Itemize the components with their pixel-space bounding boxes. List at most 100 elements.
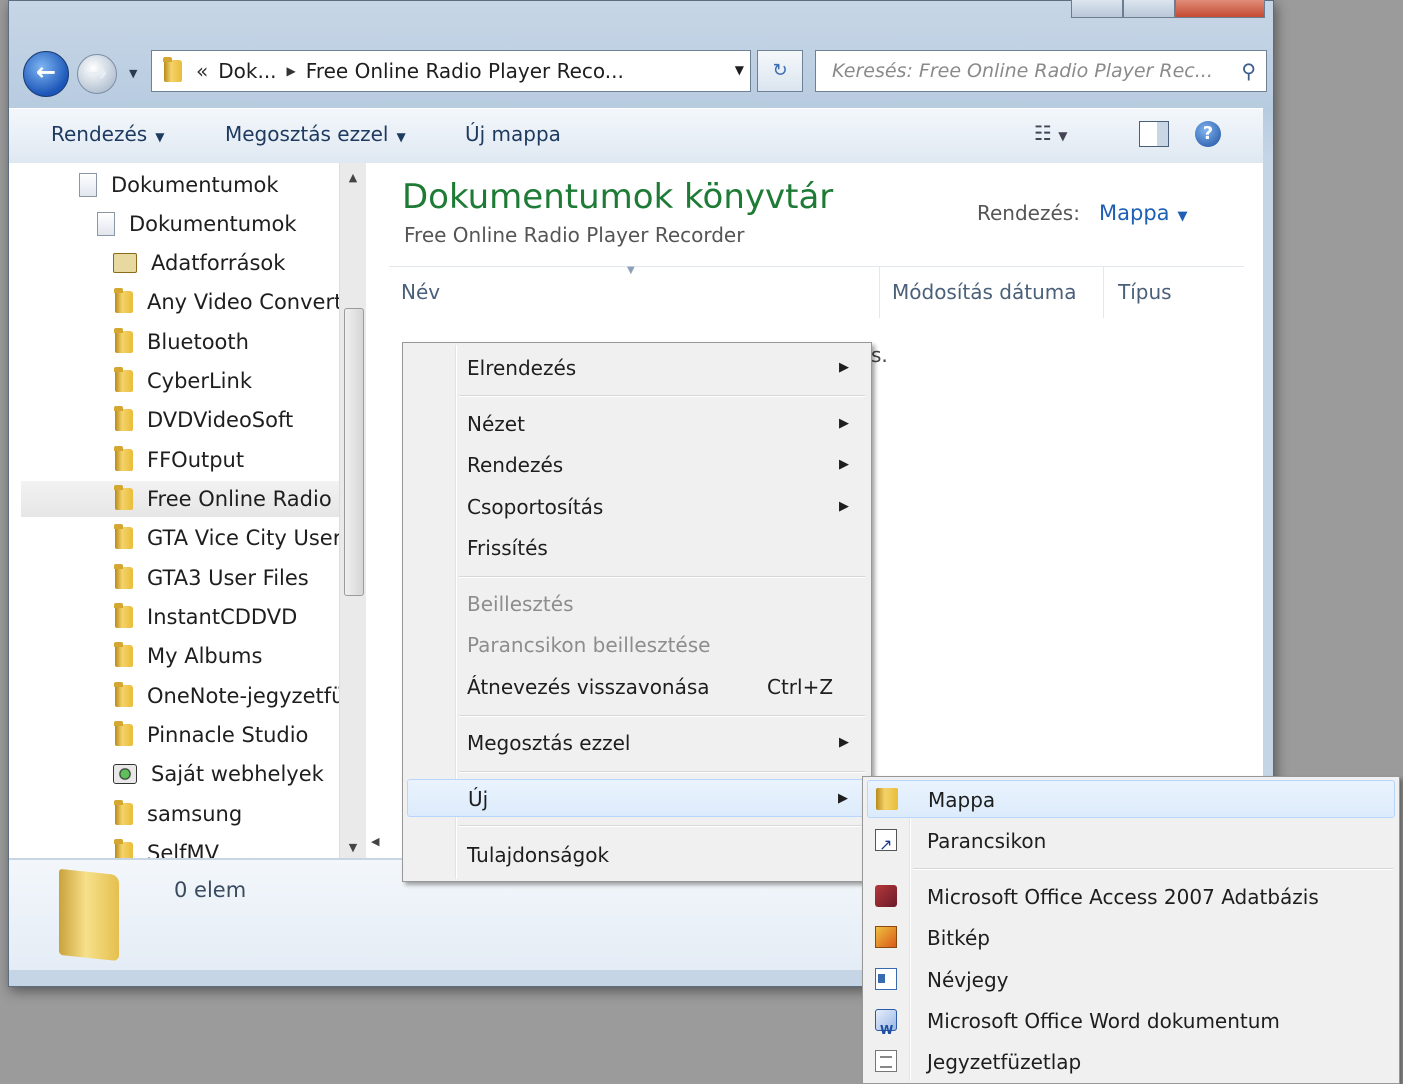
tree-item-label: Pinnacle Studio xyxy=(147,723,309,747)
item-count: 0 elem xyxy=(174,878,247,902)
help-icon[interactable]: ? xyxy=(1195,121,1221,147)
tree-item-documents-library[interactable]: Dokumentumok xyxy=(79,167,279,203)
organize-menu-button[interactable]: Rendezés ▼ xyxy=(51,122,164,146)
tree-item-label: samsung xyxy=(147,802,243,826)
close-button[interactable] xyxy=(1175,0,1265,18)
address-bar[interactable]: « Dok... ▶ Free Online Radio Player Reco… xyxy=(151,50,751,92)
folder-icon xyxy=(114,288,133,313)
tree-item-websites[interactable]: Saját webhelyek xyxy=(113,756,324,792)
tree-item-folder[interactable]: samsung xyxy=(114,796,243,832)
menu-item-new[interactable]: Új ▶ xyxy=(407,779,867,817)
minimize-button[interactable] xyxy=(1071,0,1123,18)
tree-item-label: Dokumentumok xyxy=(129,212,297,236)
tree-item-folder[interactable]: GTA3 User Files xyxy=(114,560,309,596)
menu-item-view[interactable]: Nézet ▶ xyxy=(407,405,867,443)
menu-item-group[interactable]: Csoportosítás ▶ xyxy=(407,488,867,526)
column-header-name[interactable]: Név xyxy=(389,266,879,318)
refresh-button[interactable]: ↻ xyxy=(757,50,803,92)
address-dropdown-icon[interactable]: ▼ xyxy=(735,63,744,77)
menu-separator xyxy=(459,771,865,773)
tree-item-folder[interactable]: InstantCDDVD xyxy=(114,599,298,635)
scroll-down-icon[interactable]: ▼ xyxy=(340,841,366,854)
scroll-left-icon[interactable]: ◀ xyxy=(371,835,379,848)
maximize-button[interactable] xyxy=(1123,0,1175,18)
menu-item-properties[interactable]: Tulajdonságok xyxy=(407,836,867,874)
search-input[interactable]: Keresés: Free Online Radio Player Rec...… xyxy=(815,50,1267,92)
search-icon[interactable]: ⚲ xyxy=(1241,51,1256,91)
tree-item-folder[interactable]: CyberLink xyxy=(114,363,252,399)
tree-item-folder[interactable]: Pinnacle Studio xyxy=(114,717,309,753)
tree-item-label: InstantCDDVD xyxy=(147,605,298,629)
tree-item-label: Any Video Convert xyxy=(147,290,343,314)
menu-label: Frissítés xyxy=(467,536,548,560)
tree-item-label: Adatforrások xyxy=(151,251,286,275)
preview-pane-icon[interactable] xyxy=(1139,121,1169,147)
tree-item-label: CyberLink xyxy=(147,369,252,393)
column-header-type[interactable]: Típus xyxy=(1103,266,1253,318)
new-bitmap-item[interactable]: Bitkép xyxy=(867,919,1395,957)
recent-pages-dropdown-icon[interactable]: ▼ xyxy=(129,67,137,80)
new-folder-button[interactable]: Új mappa xyxy=(465,122,561,146)
new-contact-item[interactable]: Névjegy xyxy=(867,961,1395,999)
library-icon xyxy=(97,212,115,236)
menu-item-paste-shortcut[interactable]: Parancsikon beillesztése xyxy=(407,626,867,664)
new-access-item[interactable]: Microsoft Office Access 2007 Adatbázis xyxy=(867,878,1395,916)
menu-item-layout[interactable]: Elrendezés ▶ xyxy=(407,349,867,387)
menu-label: Rendezés xyxy=(467,453,564,477)
tree-item-datasources[interactable]: Adatforrások xyxy=(113,245,285,281)
view-options-icon[interactable]: ☷ ▼ xyxy=(1034,121,1068,145)
menu-item-undo-rename[interactable]: Átnevezés visszavonása Ctrl+Z xyxy=(407,668,867,706)
breadcrumb-documents[interactable]: Dok... xyxy=(218,59,276,83)
forward-button[interactable]: → xyxy=(77,54,117,94)
menu-shortcut: Ctrl+Z xyxy=(767,675,834,699)
breadcrumb-current-folder[interactable]: Free Online Radio Player Reco... xyxy=(306,59,624,83)
overflow-chevron-icon[interactable]: « xyxy=(196,59,208,83)
breadcrumb-arrow-icon[interactable]: ▶ xyxy=(287,64,296,78)
folder-icon xyxy=(114,406,133,431)
menu-item-refresh[interactable]: Frissítés xyxy=(407,529,867,567)
tree-item-folder[interactable]: OneNote-jegyzetfü xyxy=(114,678,344,714)
menu-item-sort[interactable]: Rendezés ▶ xyxy=(407,446,867,484)
new-text-item[interactable]: Jegyzetfüzetlap xyxy=(867,1043,1395,1081)
tree-item-folder[interactable]: Bluetooth xyxy=(114,324,249,360)
tree-item-folder[interactable]: FFOutput xyxy=(114,442,244,478)
context-menu: Elrendezés ▶ Nézet ▶ Rendezés ▶ Csoportosít… xyxy=(402,342,872,882)
menu-label: Jegyzetfüzetlap xyxy=(927,1050,1082,1074)
new-shortcut-item[interactable]: Parancsikon xyxy=(867,822,1395,864)
folder-icon xyxy=(114,603,133,628)
menu-item-paste[interactable]: Beillesztés xyxy=(407,585,867,623)
shortcut-icon xyxy=(875,826,897,864)
scroll-up-icon[interactable]: ▲ xyxy=(340,171,366,184)
tree-item-folder[interactable]: GTA Vice City User xyxy=(114,520,342,556)
submenu-arrow-icon: ▶ xyxy=(839,457,849,472)
menu-separator xyxy=(459,825,865,827)
new-folder-item[interactable]: Mappa xyxy=(867,780,1395,818)
tree-item-documents[interactable]: Dokumentumok xyxy=(97,206,297,242)
scrollbar-thumb[interactable] xyxy=(344,308,364,596)
menu-item-share[interactable]: Megosztás ezzel ▶ xyxy=(407,724,867,762)
tree-item-label: Saját webhelyek xyxy=(151,762,324,786)
folder-icon xyxy=(114,367,133,392)
tree-item-folder[interactable]: SelfMV xyxy=(114,835,219,858)
tree-item-label: GTA Vice City User xyxy=(147,526,342,550)
title-buttons xyxy=(1071,0,1265,18)
back-arrow-icon: ← xyxy=(35,58,57,86)
navigation-scrollbar[interactable]: ▲ ▼ xyxy=(339,163,366,858)
bitmap-icon xyxy=(875,926,897,948)
submenu-arrow-icon: ▶ xyxy=(838,791,848,806)
tree-item-folder[interactable]: DVDVideoSoft xyxy=(114,402,293,438)
arrange-by-dropdown[interactable]: Mappa ▼ xyxy=(1099,201,1188,225)
chevron-down-icon: ▼ xyxy=(1177,209,1188,224)
back-button[interactable]: ← xyxy=(23,51,69,97)
word-document-icon xyxy=(875,1009,897,1049)
menu-label: Csoportosítás xyxy=(467,495,604,519)
share-menu-button[interactable]: Megosztás ezzel ▼ xyxy=(225,122,406,146)
column-header-modified[interactable]: Módosítás dátuma xyxy=(879,266,1103,318)
tree-item-folder[interactable]: Any Video Convert xyxy=(114,284,343,320)
arrange-by-label: Rendezés: xyxy=(977,201,1080,225)
new-submenu: Mappa Parancsikon Microsoft Office Acces… xyxy=(862,776,1400,1084)
tree-item-folder[interactable]: My Albums xyxy=(114,638,262,674)
tree-item-label: Bluetooth xyxy=(147,330,249,354)
new-word-item[interactable]: Microsoft Office Word dokumentum xyxy=(867,1002,1395,1049)
tree-item-selected-folder[interactable]: Free Online Radio xyxy=(21,481,339,517)
